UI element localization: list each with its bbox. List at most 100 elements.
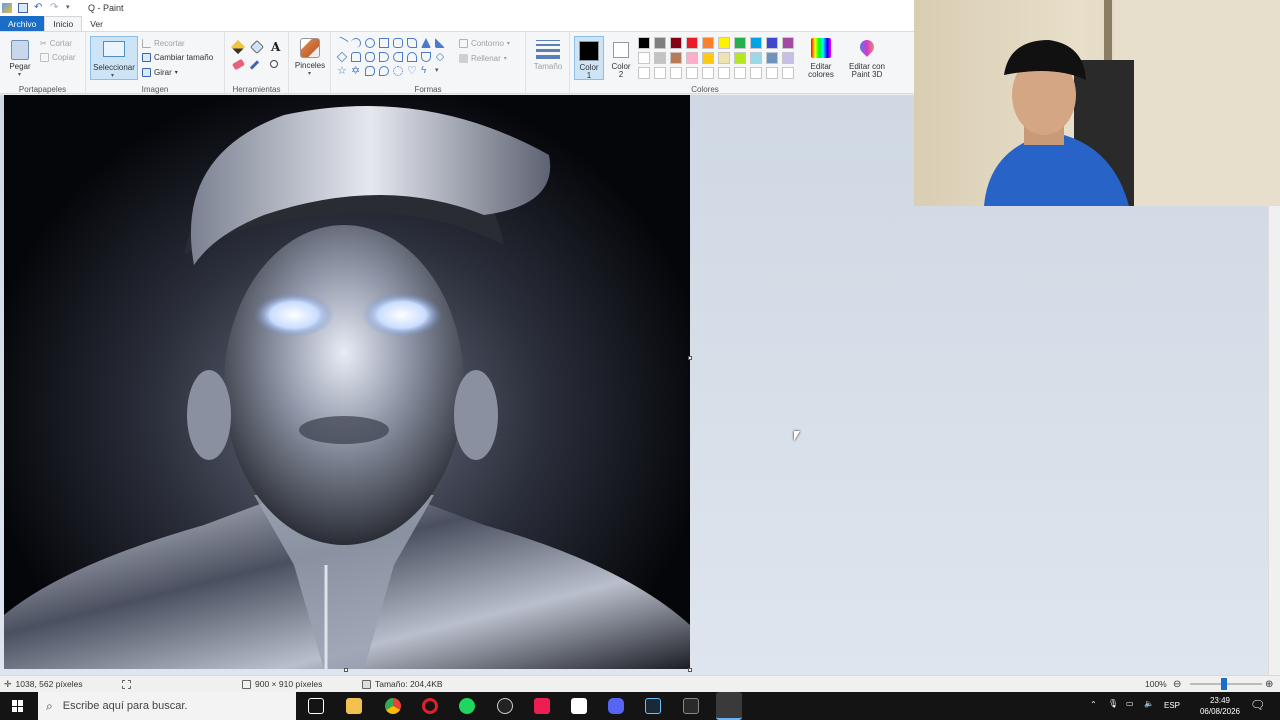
palette-swatch[interactable] — [686, 37, 698, 49]
fill-button[interactable]: Rellenar ▾ — [459, 54, 507, 63]
windows-start-icon[interactable] — [12, 700, 24, 712]
color1-button[interactable]: Color 1 — [574, 36, 604, 80]
palette-swatch[interactable] — [718, 37, 730, 49]
palette-swatch[interactable] — [670, 67, 682, 79]
notifications-icon[interactable]: 🗨 — [1250, 698, 1265, 712]
zoom-out-icon[interactable]: ⊖ — [1173, 679, 1181, 690]
paste-button[interactable]: Pegar ▾ — [6, 38, 34, 78]
palette-swatch[interactable] — [782, 67, 794, 79]
epic-games-icon[interactable] — [683, 698, 699, 714]
palette-swatch[interactable] — [734, 67, 746, 79]
language-indicator[interactable]: ESP — [1164, 701, 1180, 710]
tiktok-icon[interactable] — [534, 698, 550, 714]
palette-swatch[interactable] — [782, 52, 794, 64]
lightning-shape-icon[interactable]: ϟ — [421, 66, 431, 76]
line-shape-icon[interactable] — [335, 36, 349, 50]
discord-icon[interactable] — [608, 698, 624, 714]
network-icon[interactable]: ▭ — [1126, 699, 1134, 708]
polygon-shape-icon[interactable] — [407, 38, 417, 48]
more-shapes-icon[interactable]: ▾ — [435, 66, 445, 76]
paint-taskbar-icon[interactable] — [716, 692, 742, 720]
palette-swatch[interactable] — [686, 52, 698, 64]
rounded-rectangle-shape-icon[interactable] — [393, 38, 403, 48]
task-view-icon[interactable] — [308, 698, 324, 714]
triangle-shape-icon[interactable] — [421, 38, 431, 48]
system-clock[interactable]: 23:49 06/08/2026 — [1198, 695, 1242, 717]
zoom-in-icon[interactable]: ⊕ — [1265, 679, 1273, 690]
diamond-shape-icon[interactable] — [336, 51, 348, 63]
tab-archivo[interactable]: Archivo — [0, 16, 45, 31]
outline-button[interactable]: Contorno ▾ — [459, 39, 510, 48]
edit-colors-button[interactable]: Editar colores — [800, 36, 842, 80]
cut-button[interactable]: ✂ Cortar — [40, 39, 72, 48]
taskbar-search-box[interactable]: ⌕ Escribe aquí para buscar. — [38, 692, 296, 720]
size-button[interactable]: Tamaño — [530, 38, 566, 78]
palette-swatch[interactable] — [734, 37, 746, 49]
palette-swatch[interactable] — [686, 67, 698, 79]
five-point-star-shape-icon[interactable]: ☆ — [337, 66, 347, 77]
resize-button[interactable]: Cambiar tamaño — [142, 53, 213, 62]
tab-ver[interactable]: Ver — [82, 16, 111, 31]
crop-button[interactable]: Recortar — [142, 39, 185, 48]
palette-swatch[interactable] — [750, 37, 762, 49]
palette-swatch[interactable] — [734, 52, 746, 64]
palette-swatch[interactable] — [670, 52, 682, 64]
right-triangle-shape-icon[interactable] — [435, 38, 445, 48]
pencil-icon[interactable] — [230, 39, 246, 55]
palette-swatch[interactable] — [718, 52, 730, 64]
eraser-icon[interactable] — [231, 58, 246, 71]
save-icon[interactable] — [18, 3, 28, 13]
redo-icon[interactable]: ↷ — [50, 3, 60, 13]
copy-button[interactable]: Copiar — [40, 53, 76, 62]
oval-shape-icon[interactable] — [365, 38, 375, 48]
curve-shape-icon[interactable] — [351, 38, 361, 48]
select-button[interactable]: Seleccionar ▾ — [90, 36, 138, 80]
palette-swatch[interactable] — [702, 37, 714, 49]
capcut-icon[interactable] — [571, 698, 587, 714]
canvas-resize-handle-bottom[interactable] — [344, 668, 348, 672]
file-explorer-icon[interactable] — [346, 698, 362, 714]
palette-swatch[interactable] — [654, 37, 666, 49]
palette-swatch[interactable] — [654, 67, 666, 79]
canvas-resize-handle-corner[interactable] — [688, 668, 692, 672]
brushes-button[interactable]: Pinceles ▾ — [293, 36, 327, 80]
drawing-canvas[interactable] — [4, 95, 690, 669]
hexagon-shape-icon[interactable] — [365, 52, 375, 62]
palette-swatch[interactable] — [750, 52, 762, 64]
pentagon-shape-icon[interactable] — [351, 52, 361, 62]
palette-swatch[interactable] — [718, 67, 730, 79]
palette-swatch[interactable] — [702, 67, 714, 79]
rotate-button[interactable]: Girar ▾ — [142, 68, 178, 77]
palette-swatch[interactable] — [638, 67, 650, 79]
arrow-up-shape-icon[interactable] — [407, 52, 417, 62]
obs-icon[interactable] — [497, 698, 513, 714]
magnifier-icon[interactable] — [270, 60, 278, 68]
heart-shape-icon[interactable]: ♡ — [407, 66, 417, 77]
palette-swatch[interactable] — [766, 52, 778, 64]
palette-swatch[interactable] — [766, 67, 778, 79]
palette-swatch[interactable] — [638, 52, 650, 64]
four-point-star-shape-icon[interactable] — [435, 52, 445, 62]
volume-icon[interactable]: 🔈 — [1144, 699, 1154, 708]
chrome-icon[interactable] — [385, 698, 401, 714]
palette-swatch[interactable] — [766, 37, 778, 49]
chevron-up-icon[interactable]: ⌃ — [1090, 700, 1097, 709]
rounded-callout-shape-icon[interactable] — [365, 66, 375, 76]
arrow-left-shape-icon[interactable] — [393, 52, 403, 62]
spotify-icon[interactable] — [459, 698, 475, 714]
six-point-star-shape-icon[interactable]: ✡ — [351, 66, 361, 77]
edit-paint3d-button[interactable]: Editar con Paint 3D — [844, 36, 890, 80]
color2-button[interactable]: Color 2 — [606, 36, 636, 80]
tab-inicio[interactable]: Inicio — [44, 16, 83, 31]
opera-icon[interactable] — [422, 698, 438, 714]
palette-swatch[interactable] — [702, 52, 714, 64]
customize-quick-access-icon[interactable]: ▾ — [66, 3, 76, 13]
rectangle-shape-icon[interactable] — [379, 38, 389, 48]
steam-icon[interactable] — [645, 698, 661, 714]
palette-swatch[interactable] — [638, 37, 650, 49]
zoom-slider-knob[interactable] — [1221, 678, 1227, 690]
arrow-right-shape-icon[interactable] — [379, 52, 389, 62]
oval-callout-shape-icon[interactable] — [379, 66, 389, 76]
text-icon[interactable]: A — [271, 40, 280, 54]
undo-icon[interactable]: ↶ — [34, 3, 44, 13]
